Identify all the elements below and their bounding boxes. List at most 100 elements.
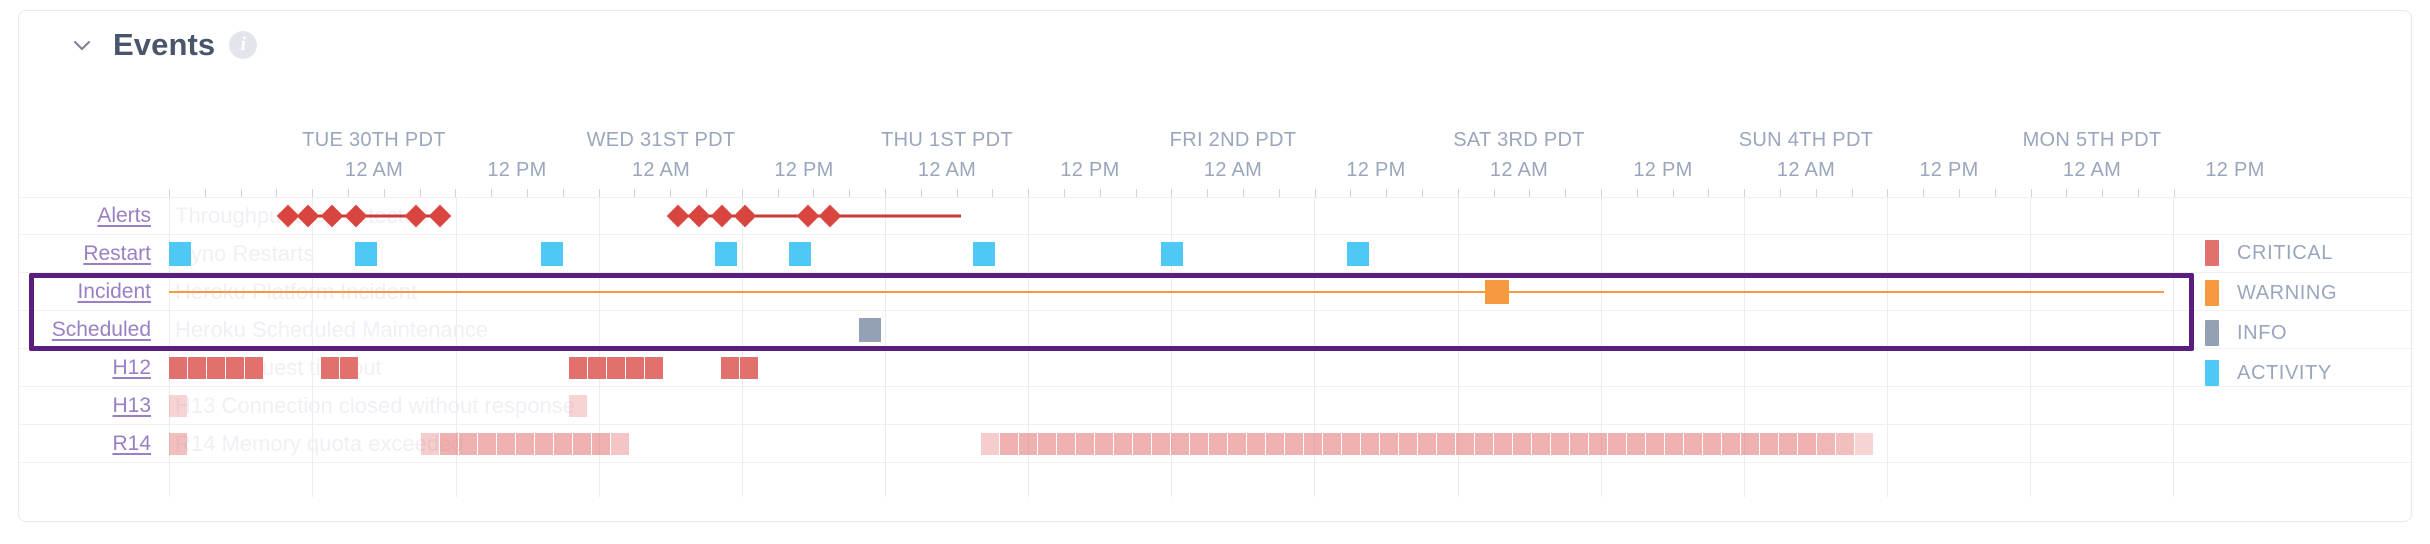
event-marker-block[interactable] [1323,432,1341,455]
event-marker-block[interactable] [721,356,739,379]
event-marker-block[interactable] [497,432,515,455]
row-label-incident[interactable]: Incident [77,280,151,304]
event-marker-block[interactable] [1608,432,1626,455]
event-marker-diamond[interactable] [344,204,368,228]
event-marker-diamond[interactable] [320,204,344,228]
event-marker-block[interactable] [1057,432,1075,455]
event-marker-block[interactable] [516,432,534,455]
event-marker-block[interactable] [245,356,263,379]
event-marker-block[interactable] [1456,432,1474,455]
event-marker-block[interactable] [1247,432,1265,455]
event-span-line[interactable] [169,290,2164,293]
event-marker-diamond[interactable] [404,204,428,228]
row-label-h13[interactable]: H13 [112,394,151,418]
event-marker-block[interactable] [459,432,477,455]
legend-item-warning[interactable]: WARNING [2205,273,2395,313]
event-marker-block[interactable] [355,241,377,266]
event-marker-block[interactable] [1190,432,1208,455]
event-marker-block[interactable] [554,432,572,455]
event-marker-block[interactable] [478,432,496,455]
event-marker-block[interactable] [1228,432,1246,455]
event-marker-block[interactable] [1551,432,1569,455]
event-marker-block[interactable] [1760,432,1778,455]
event-marker-block[interactable] [573,432,591,455]
event-marker-block[interactable] [169,432,187,455]
event-marker-block[interactable] [1836,432,1854,455]
event-marker-block[interactable] [1304,432,1322,455]
event-marker-block[interactable] [740,356,758,379]
event-marker-block[interactable] [1152,432,1170,455]
row-label-scheduled[interactable]: Scheduled [52,318,151,342]
event-marker-block[interactable] [226,356,244,379]
event-marker-block[interactable] [1019,432,1037,455]
event-marker-block[interactable] [535,432,553,455]
event-marker-block[interactable] [1627,432,1645,455]
event-marker-block[interactable] [440,432,458,455]
event-marker-block[interactable] [421,432,439,455]
legend-item-critical[interactable]: CRITICAL [2205,233,2395,273]
event-marker-block[interactable] [607,356,625,379]
event-marker-block[interactable] [1570,432,1588,455]
event-marker-block[interactable] [1380,432,1398,455]
event-marker-block[interactable] [1114,432,1132,455]
event-marker-block[interactable] [1779,432,1797,455]
event-marker-block[interactable] [1817,432,1835,455]
event-marker-diamond[interactable] [687,204,711,228]
event-marker-block[interactable] [1741,432,1759,455]
event-marker-block[interactable] [169,356,187,379]
legend-item-activity[interactable]: ACTIVITY [2205,353,2395,393]
event-marker-diamond[interactable] [666,204,690,228]
event-marker-block[interactable] [1000,432,1018,455]
event-marker-block[interactable] [1494,432,1512,455]
event-marker-block[interactable] [1133,432,1151,455]
event-marker-block[interactable] [1437,432,1455,455]
event-marker-diamond[interactable] [428,204,452,228]
event-marker-diamond[interactable] [710,204,734,228]
event-marker-block[interactable] [569,394,587,417]
event-marker-block[interactable] [1076,432,1094,455]
event-marker-block[interactable] [1171,432,1189,455]
event-marker-block[interactable] [169,394,187,417]
event-marker-block[interactable] [1399,432,1417,455]
event-marker-block[interactable] [1513,432,1531,455]
event-marker-block[interactable] [1589,432,1607,455]
event-marker-block[interactable] [1095,432,1113,455]
event-marker-block[interactable] [188,356,206,379]
row-label-r14[interactable]: R14 [112,432,151,456]
event-marker-diamond[interactable] [733,204,757,228]
legend-item-info[interactable]: INFO [2205,313,2395,353]
event-marker-block[interactable] [1532,432,1550,455]
event-marker-block[interactable] [340,356,358,379]
event-marker-block[interactable] [1285,432,1303,455]
event-marker-block[interactable] [1342,432,1360,455]
event-marker-block[interactable] [1475,432,1493,455]
row-label-restart[interactable]: Restart [83,242,151,266]
event-marker-block[interactable] [1347,241,1369,266]
event-marker-block[interactable] [1722,432,1740,455]
event-marker-block[interactable] [1798,432,1816,455]
event-marker-block[interactable] [1209,432,1227,455]
event-marker-block[interactable] [981,432,999,455]
info-icon[interactable]: i [229,31,258,59]
event-marker-block[interactable] [611,432,629,455]
event-marker-diamond[interactable] [796,204,820,228]
event-marker-block[interactable] [1684,432,1702,455]
event-marker-block[interactable] [592,432,610,455]
event-marker-block[interactable] [1855,432,1873,455]
event-marker-block[interactable] [207,356,225,379]
event-marker-block[interactable] [859,317,881,342]
event-marker-block[interactable] [588,356,606,379]
event-marker-block[interactable] [1361,432,1379,455]
event-marker-block[interactable] [626,356,644,379]
event-marker-block[interactable] [973,241,995,266]
row-track-restart[interactable]: Dyno Restarts [169,235,2179,272]
row-track-h13[interactable]: H13 Connection closed without response [169,387,2179,424]
event-marker-block[interactable] [645,356,663,379]
event-marker-block[interactable] [1646,432,1664,455]
event-marker-block[interactable] [1485,279,1509,304]
event-marker-block[interactable] [1161,241,1183,266]
event-marker-block[interactable] [715,241,737,266]
event-marker-block[interactable] [1266,432,1284,455]
event-marker-block[interactable] [1665,432,1683,455]
event-marker-diamond[interactable] [818,204,842,228]
